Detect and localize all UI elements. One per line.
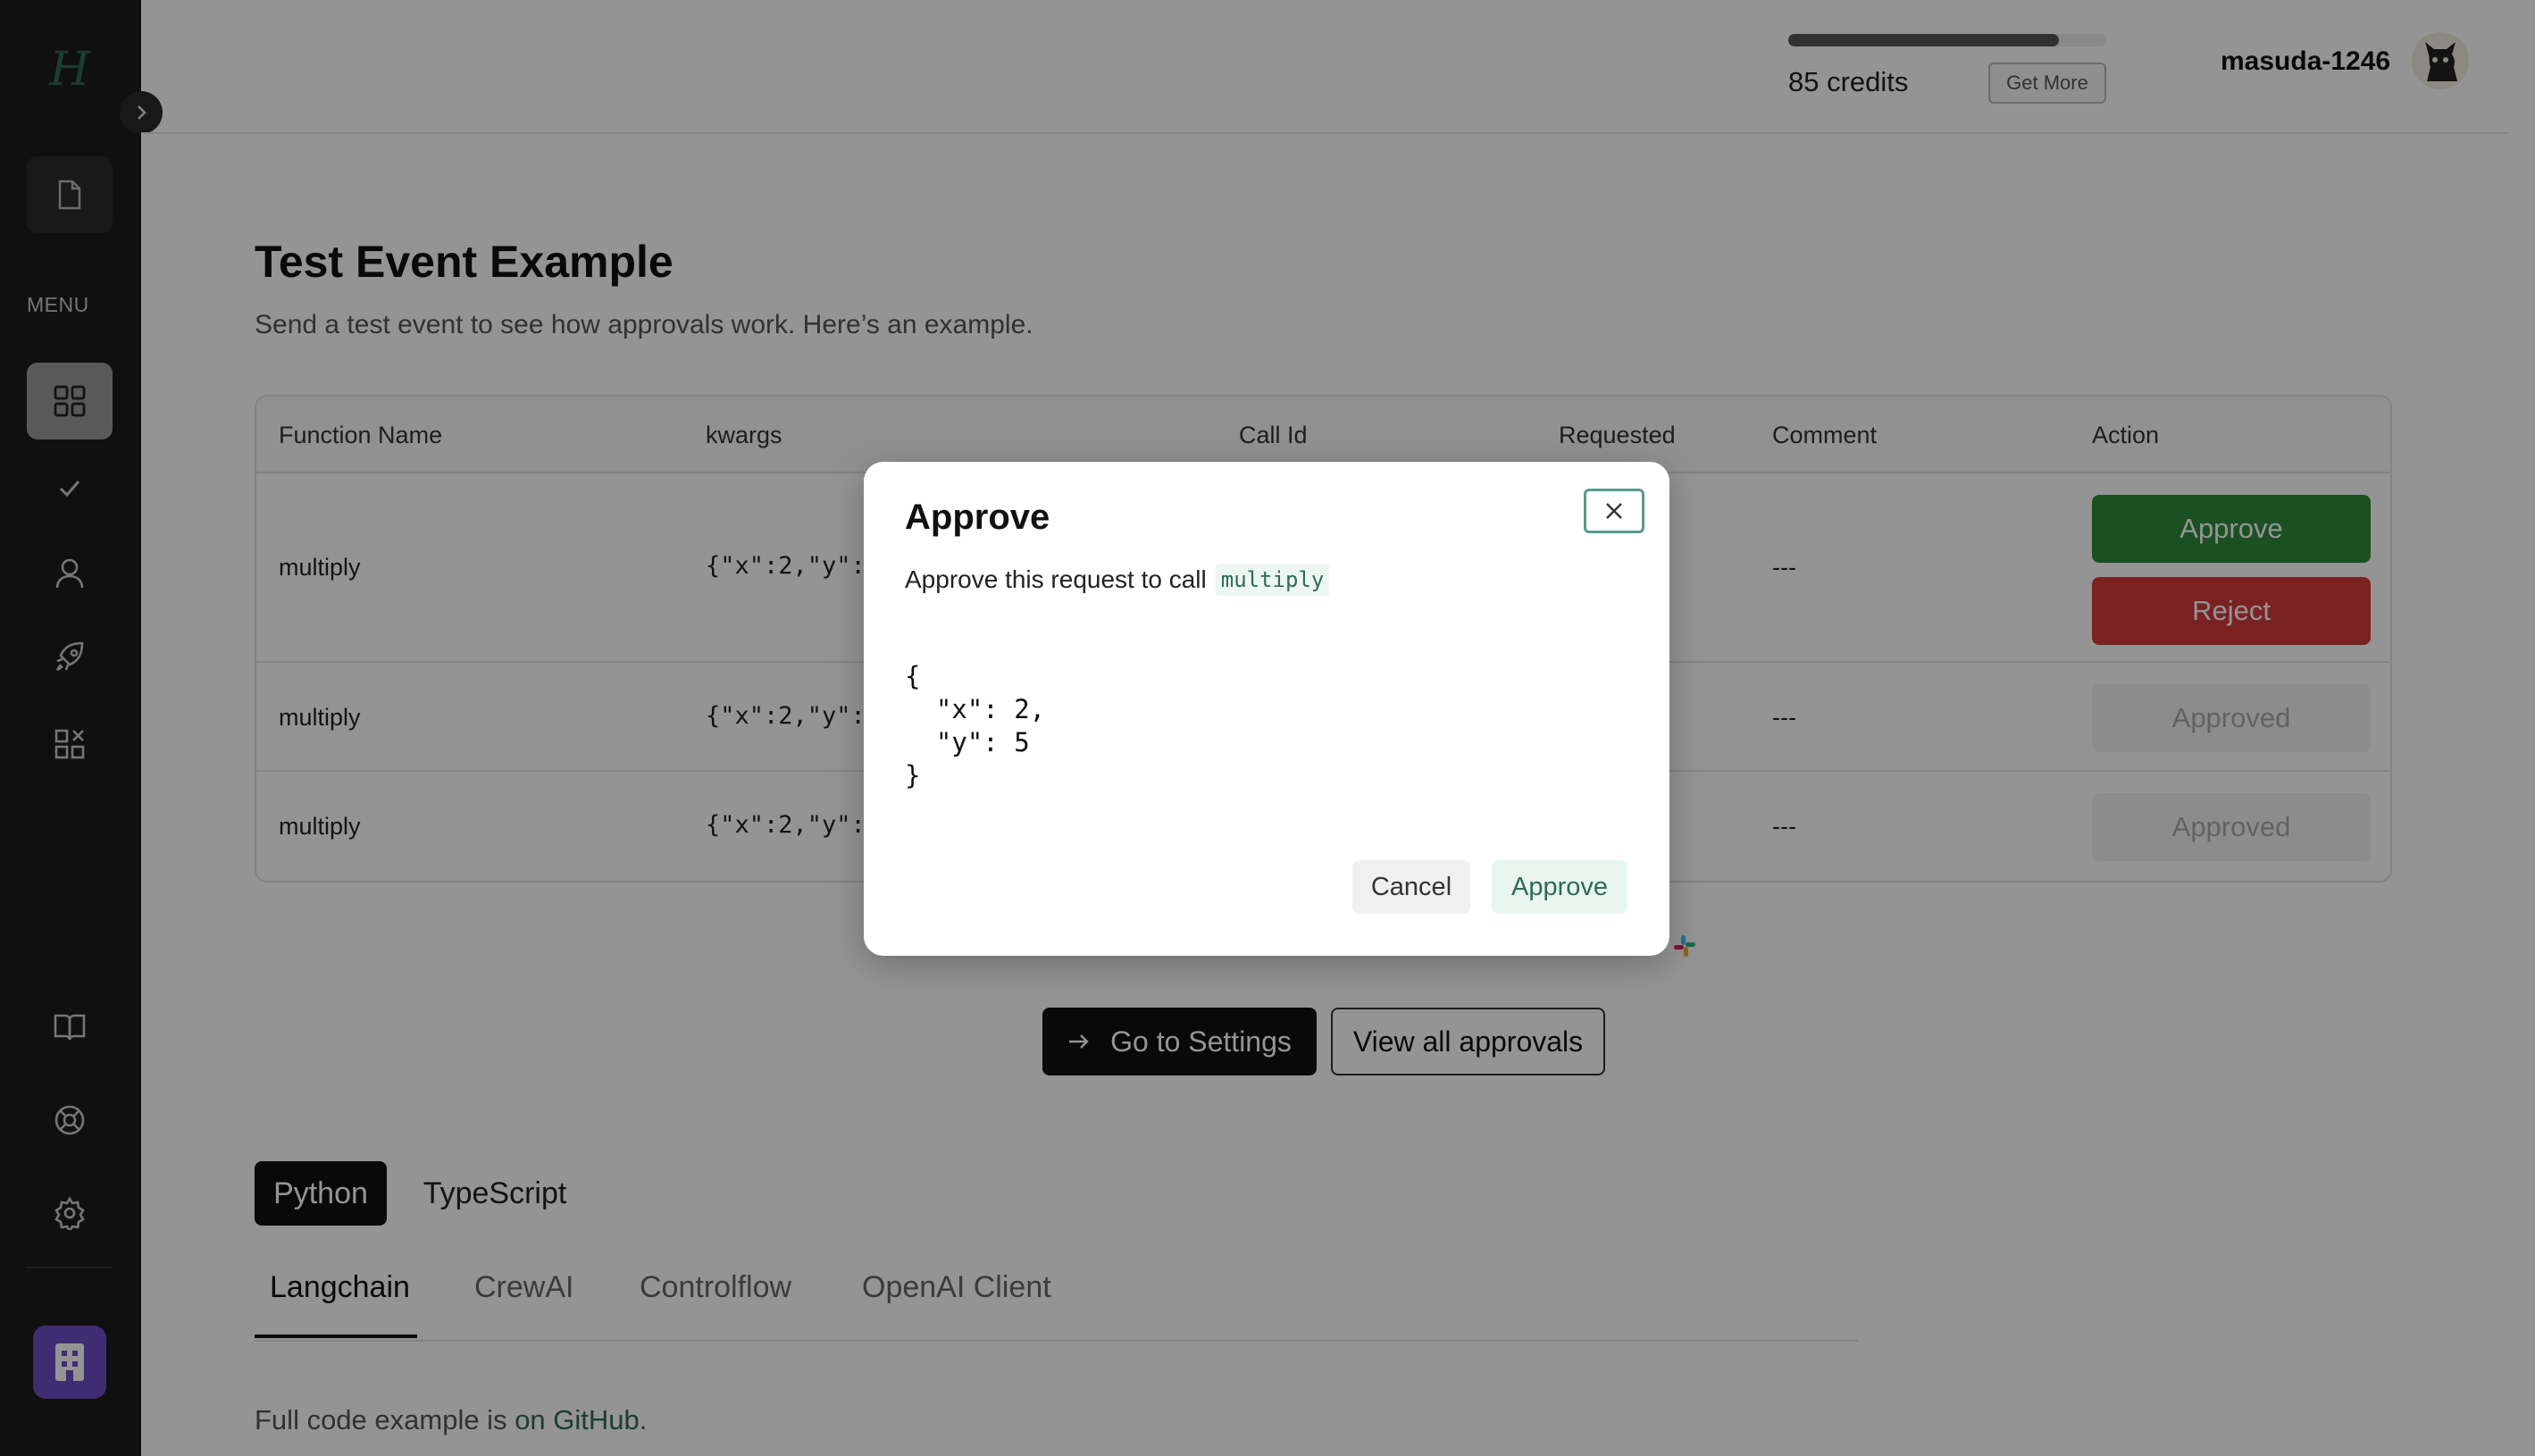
function-name-code: multiply (1215, 564, 1330, 596)
confirm-approve-button[interactable]: Approve (1492, 860, 1627, 914)
dialog-description: Approve this request to call multiply (905, 564, 1330, 596)
dialog-title: Approve (905, 498, 1050, 537)
kwargs-json-block: { "x": 2, "y": 5 } (905, 661, 1046, 791)
close-button[interactable] (1584, 489, 1644, 533)
dialog-description-text: Approve this request to call (905, 565, 1207, 593)
close-icon (1606, 503, 1622, 519)
approve-dialog: Approve Approve this request to call mul… (864, 462, 1669, 956)
cancel-button[interactable]: Cancel (1352, 860, 1470, 914)
